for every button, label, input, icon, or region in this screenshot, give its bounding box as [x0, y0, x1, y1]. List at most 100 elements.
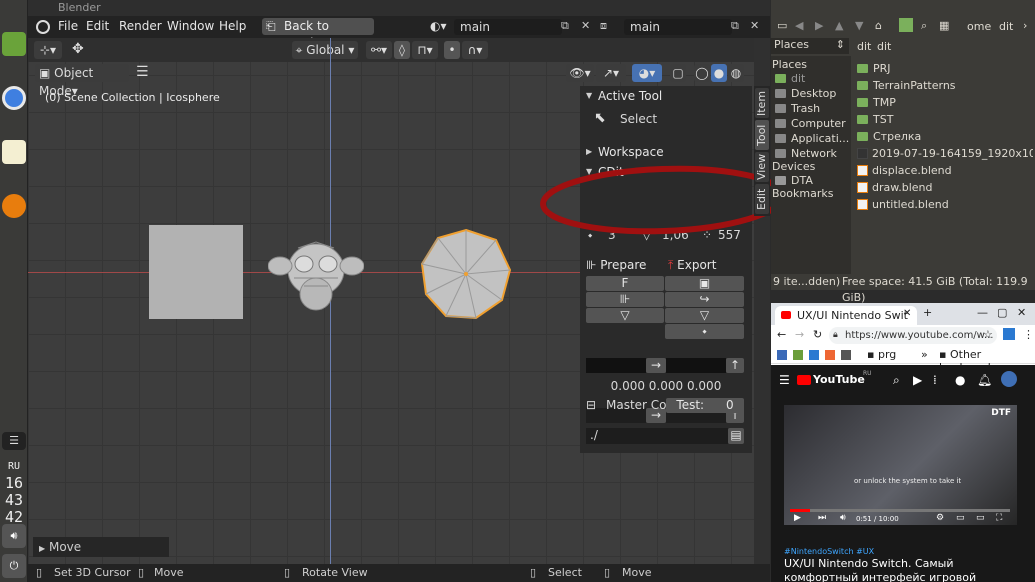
down-icon[interactable]: ▼: [855, 19, 863, 32]
avatar[interactable]: [1001, 371, 1017, 387]
browser-tab[interactable]: UX/UI Nintendo Swit: [775, 306, 917, 325]
icosphere-object[interactable]: [420, 228, 512, 320]
back-icon[interactable]: ←: [777, 328, 786, 341]
place-applications[interactable]: Applicati...: [775, 131, 849, 146]
bookmark-icon-5[interactable]: [841, 350, 851, 360]
menu-window[interactable]: Window: [167, 19, 214, 33]
volume-icon[interactable]: 🔊︎: [2, 524, 26, 548]
prepare-button[interactable]: ⊪ Prepare: [586, 258, 662, 274]
arrow-up-button[interactable]: ↑: [726, 358, 744, 373]
folder-browse-button[interactable]: ▤: [728, 428, 744, 444]
reload-icon[interactable]: ↻: [813, 328, 822, 341]
messages-icon[interactable]: ●: [955, 373, 965, 387]
theater-icon[interactable]: ▭: [976, 513, 985, 523]
youtube-logo-icon[interactable]: [797, 375, 811, 385]
forward-icon[interactable]: →: [795, 328, 804, 341]
play-icon[interactable]: ▶: [794, 513, 801, 523]
export-button[interactable]: ⤒ Export: [668, 258, 744, 274]
file-list-item[interactable]: displace.blend: [857, 162, 1033, 179]
minimize-icon[interactable]: —: [977, 306, 988, 319]
file-list-item[interactable]: PRJ: [857, 60, 1033, 77]
align-button[interactable]: ⊪: [586, 292, 664, 307]
remove-view-layer-icon[interactable]: ✕: [750, 19, 759, 32]
xray-icon[interactable]: ▢: [670, 64, 686, 82]
vector-field-1[interactable]: [586, 358, 646, 373]
chrome-icon[interactable]: [2, 86, 26, 110]
search-icon[interactable]: ⌕: [921, 19, 927, 33]
scene-field[interactable]: main: [454, 19, 562, 35]
active-tool-header[interactable]: ▼ Active Tool: [580, 86, 752, 106]
menu-file[interactable]: File: [58, 19, 78, 33]
path-tab-2[interactable]: dit: [877, 40, 891, 53]
back-icon[interactable]: ◀: [795, 19, 803, 32]
new-view-layer-icon[interactable]: ⧉: [731, 19, 739, 33]
visibility-icon[interactable]: 👁︎▾: [566, 64, 594, 82]
menu-render[interactable]: Render: [119, 19, 162, 33]
place-computer[interactable]: Computer: [775, 116, 846, 131]
bookmark-icon-3[interactable]: [809, 350, 819, 360]
place-desktop[interactable]: Desktop: [775, 86, 836, 101]
view-layer-field[interactable]: main: [624, 19, 732, 35]
plane-object[interactable]: [149, 225, 243, 319]
workspace-header[interactable]: ▶ Workspace: [580, 142, 752, 162]
tab-close-icon[interactable]: ✕: [903, 308, 911, 319]
bookmark-icon-4[interactable]: [825, 350, 835, 360]
breadcrumb-home[interactable]: ome: [967, 20, 991, 33]
arrow-right-button[interactable]: →: [646, 358, 666, 373]
tool-select-icon[interactable]: ⊹▾: [34, 41, 62, 59]
restore-icon[interactable]: ▢: [997, 306, 1007, 319]
file-list-item[interactable]: draw.blend: [857, 179, 1033, 196]
file-list-item[interactable]: TMP: [857, 94, 1033, 111]
suzanne-object[interactable]: [267, 228, 365, 318]
tab-item[interactable]: Item: [755, 88, 769, 118]
bookmark-folder[interactable]: ▪ prg: [867, 348, 896, 361]
apps-icon[interactable]: ⁞: [933, 373, 937, 387]
wireframe-shading-icon[interactable]: ◯: [694, 64, 710, 82]
bookmark-icon-2[interactable]: [793, 350, 803, 360]
new-tab-icon[interactable]: +: [923, 306, 932, 319]
hamburger-icon[interactable]: ☰: [779, 373, 790, 387]
search-icon[interactable]: ⌕: [893, 373, 900, 388]
place-dit[interactable]: dit: [775, 71, 805, 86]
keyboard-layout[interactable]: RU: [0, 458, 28, 475]
place-trash[interactable]: Trash: [775, 101, 820, 116]
forward-icon[interactable]: ▶: [815, 19, 823, 32]
font-button[interactable]: F: [586, 276, 664, 291]
hashtags[interactable]: #NintendoSwitch #UX: [784, 547, 874, 556]
settings-icon[interactable]: ⚙: [936, 513, 944, 523]
orientation-dropdown[interactable]: ⌖ Global ▾: [292, 41, 358, 59]
menu-edit[interactable]: Edit: [86, 19, 109, 33]
file-list-item[interactable]: TST: [857, 111, 1033, 128]
back-to-previous-button[interactable]: ⎗ Back to Previous: [262, 18, 374, 50]
material-shading-icon[interactable]: ◍: [728, 64, 744, 82]
fullscreen-icon[interactable]: ⛶: [996, 513, 1002, 523]
frame-button[interactable]: ▣: [665, 276, 744, 291]
video-player[interactable]: DTF or unlock the system to take it ▶ ⏭ …: [784, 405, 1017, 525]
curve-button[interactable]: ↪: [665, 292, 744, 307]
move-tool-icon[interactable]: ✥: [72, 41, 84, 57]
bookmark-star-icon[interactable]: ☆: [983, 328, 993, 341]
upload-video-icon[interactable]: ▶: [913, 373, 922, 387]
file-list-item[interactable]: Стрелка: [857, 128, 1033, 145]
pivot-icon[interactable]: ⚯▾: [366, 41, 392, 59]
blender-logo-icon[interactable]: [36, 20, 50, 34]
breadcrumb-dit[interactable]: dit: [999, 20, 1013, 33]
notifications-icon[interactable]: 🔔︎: [977, 373, 992, 387]
path-tab-1[interactable]: dit: [857, 40, 871, 53]
breadcrumb-next-icon[interactable]: ›: [1023, 19, 1027, 32]
scene-icon[interactable]: ◐▾: [430, 19, 447, 33]
chat-icon[interactable]: ▭: [777, 19, 787, 32]
last-operator-panel[interactable]: ▶ Move: [33, 537, 169, 557]
more-bookmarks-icon[interactable]: »: [921, 348, 928, 361]
address-bar[interactable]: 🔒︎ https://www.youtube.com/w...: [829, 327, 997, 344]
menu-help[interactable]: Help: [219, 19, 246, 33]
3d-viewport[interactable]: ⊹▾ ✥ ⌖ Global ▾ ⚯▾ ◊ ⊓▾ • ∩▾ ▣ Object Mo…: [28, 38, 786, 564]
files-icon[interactable]: [2, 32, 26, 56]
youtube-logo-text[interactable]: YouTube: [813, 373, 865, 386]
tab-tool[interactable]: Tool: [755, 120, 769, 150]
hamburger-icon[interactable]: ☰: [136, 64, 149, 80]
tab-view[interactable]: View: [755, 152, 769, 182]
count-button[interactable]: ⬩: [665, 324, 744, 339]
view-icon[interactable]: ▦: [939, 19, 949, 32]
falloff-icon[interactable]: ∩▾: [462, 41, 488, 59]
